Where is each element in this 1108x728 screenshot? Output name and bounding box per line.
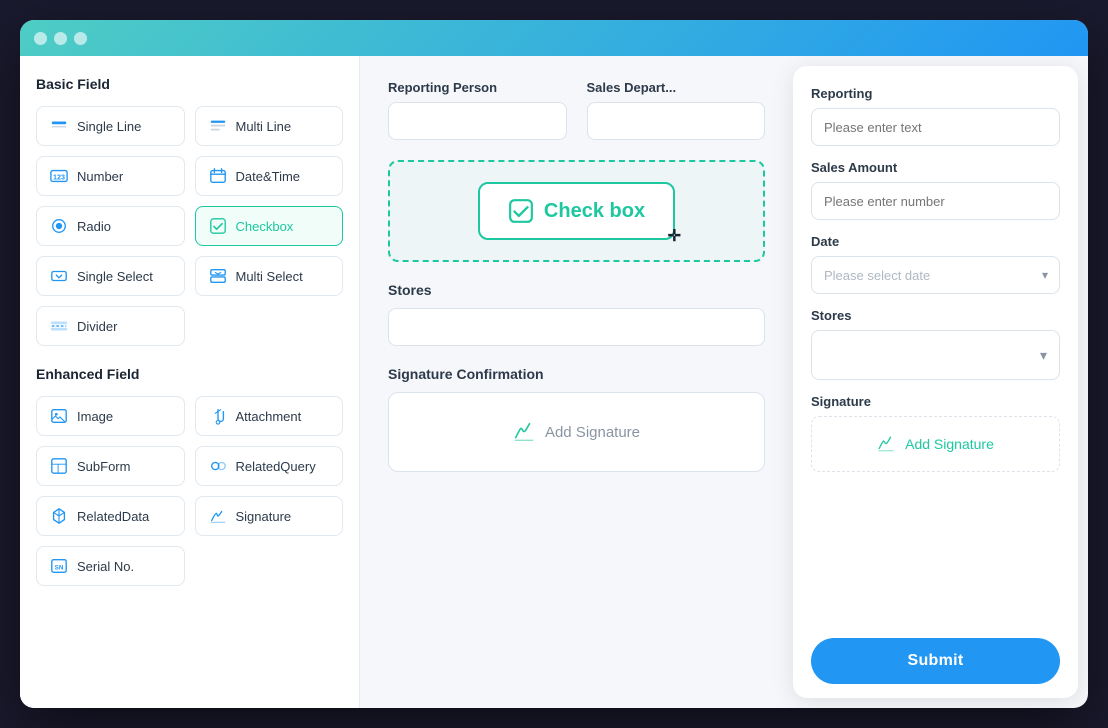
radio-label: Radio — [77, 219, 111, 234]
sales-depart-input[interactable] — [587, 102, 766, 140]
single-line-icon — [49, 116, 69, 136]
svg-text:SN: SN — [55, 565, 64, 572]
titlebar — [20, 20, 1088, 56]
left-panel: Basic Field Single Line Multi Line — [20, 56, 360, 708]
subform-label: SubForm — [77, 459, 130, 474]
basic-field-grid: Single Line Multi Line 123 Number — [36, 106, 343, 346]
field-related-data[interactable]: RelatedData — [36, 496, 185, 536]
field-multi-select[interactable]: Multi Select — [195, 256, 344, 296]
divider-label: Divider — [77, 319, 117, 334]
field-multi-line[interactable]: Multi Line — [195, 106, 344, 146]
basic-field-title: Basic Field — [36, 76, 343, 92]
right-stores-dropdown[interactable]: ▾ — [811, 330, 1060, 380]
field-number[interactable]: 123 Number — [36, 156, 185, 196]
dot-3 — [74, 32, 87, 45]
right-date-label: Date — [811, 234, 1060, 249]
field-radio[interactable]: Radio — [36, 206, 185, 246]
datetime-icon — [208, 166, 228, 186]
field-image[interactable]: Image — [36, 396, 185, 436]
drop-zone[interactable]: Check box ✛ — [388, 160, 765, 262]
svg-text:123: 123 — [53, 173, 65, 182]
checkbox-icon — [208, 216, 228, 236]
related-query-label: RelatedQuery — [236, 459, 316, 474]
field-signature[interactable]: Signature — [195, 496, 344, 536]
right-signature-label: Signature — [811, 394, 1060, 409]
attachment-icon — [208, 406, 228, 426]
field-single-select[interactable]: Single Select — [36, 256, 185, 296]
submit-section: Submit — [811, 622, 1060, 684]
right-sig-icon — [877, 435, 895, 453]
field-subform[interactable]: SubForm — [36, 446, 185, 486]
signature-box[interactable]: Add Signature — [388, 392, 765, 472]
related-data-label: RelatedData — [77, 509, 149, 524]
related-data-icon — [49, 506, 69, 526]
app-window: Basic Field Single Line Multi Line — [20, 20, 1088, 708]
image-label: Image — [77, 409, 113, 424]
right-add-signature-label: Add Signature — [905, 436, 994, 452]
sales-depart-label: Sales Depart... — [587, 80, 766, 95]
field-related-query[interactable]: RelatedQuery — [195, 446, 344, 486]
image-icon — [49, 406, 69, 426]
sig-confirmation-label: Signature Confirmation — [388, 366, 765, 382]
enhanced-field-title: Enhanced Field — [36, 366, 343, 382]
field-attachment[interactable]: Attachment — [195, 396, 344, 436]
right-date-select[interactable]: Please select date — [811, 256, 1060, 294]
move-cursor-icon: ✛ — [668, 226, 681, 246]
right-reporting-label: Reporting — [811, 86, 1060, 101]
field-serial-no[interactable]: SN Serial No. — [36, 546, 185, 586]
serial-no-label: Serial No. — [77, 559, 134, 574]
datetime-label: Date&Time — [236, 169, 301, 184]
field-checkbox[interactable]: Checkbox — [195, 206, 344, 246]
main-content: Basic Field Single Line Multi Line — [20, 56, 1088, 708]
related-query-icon — [208, 456, 228, 476]
field-divider[interactable]: Divider — [36, 306, 185, 346]
reporting-person-input[interactable] — [388, 102, 567, 140]
field-single-line[interactable]: Single Line — [36, 106, 185, 146]
number-icon: 123 — [49, 166, 69, 186]
multi-select-label: Multi Select — [236, 269, 303, 284]
field-datetime[interactable]: Date&Time — [195, 156, 344, 196]
top-form-row: Reporting Person Sales Depart... — [388, 80, 765, 140]
radio-icon — [49, 216, 69, 236]
stores-chevron-icon: ▾ — [1040, 347, 1047, 364]
right-sales-amount-input[interactable] — [811, 182, 1060, 220]
dot-1 — [34, 32, 47, 45]
add-signature-label: Add Signature — [545, 424, 640, 441]
right-reporting-input[interactable] — [811, 108, 1060, 146]
right-panel: Reporting Sales Amount Date Please selec… — [793, 66, 1078, 698]
number-label: Number — [77, 169, 123, 184]
subform-icon — [49, 456, 69, 476]
titlebar-dots — [34, 32, 87, 45]
right-sales-amount-label: Sales Amount — [811, 160, 1060, 175]
divider-icon — [49, 316, 69, 336]
sig-box-icon — [513, 421, 535, 443]
checkbox-field-label: Check box — [544, 200, 645, 223]
dot-2 — [54, 32, 67, 45]
multi-select-icon — [208, 266, 228, 286]
stores-label: Stores — [388, 282, 765, 298]
center-panel: Reporting Person Sales Depart... Check b… — [360, 56, 793, 708]
single-line-label: Single Line — [77, 119, 141, 134]
serial-no-icon: SN — [49, 556, 69, 576]
single-select-label: Single Select — [77, 269, 153, 284]
checkbox-label: Checkbox — [236, 219, 294, 234]
reporting-person-group: Reporting Person — [388, 80, 567, 140]
sales-depart-group: Sales Depart... — [587, 80, 766, 140]
attachment-label: Attachment — [236, 409, 302, 424]
reporting-person-label: Reporting Person — [388, 80, 567, 95]
single-select-icon — [49, 266, 69, 286]
checkbox-field-icon — [508, 198, 534, 224]
enhanced-field-grid: Image Attachment SubForm — [36, 396, 343, 586]
multi-line-icon — [208, 116, 228, 136]
signature-label: Signature — [236, 509, 292, 524]
stores-input-empty[interactable] — [388, 308, 765, 346]
right-stores-label: Stores — [811, 308, 1060, 323]
signature-icon — [208, 506, 228, 526]
multi-line-label: Multi Line — [236, 119, 292, 134]
right-signature-box[interactable]: Add Signature — [811, 416, 1060, 472]
checkbox-field-button[interactable]: Check box ✛ — [478, 182, 675, 240]
right-date-select-wrapper: Please select date ▾ — [811, 256, 1060, 294]
submit-button[interactable]: Submit — [811, 638, 1060, 684]
